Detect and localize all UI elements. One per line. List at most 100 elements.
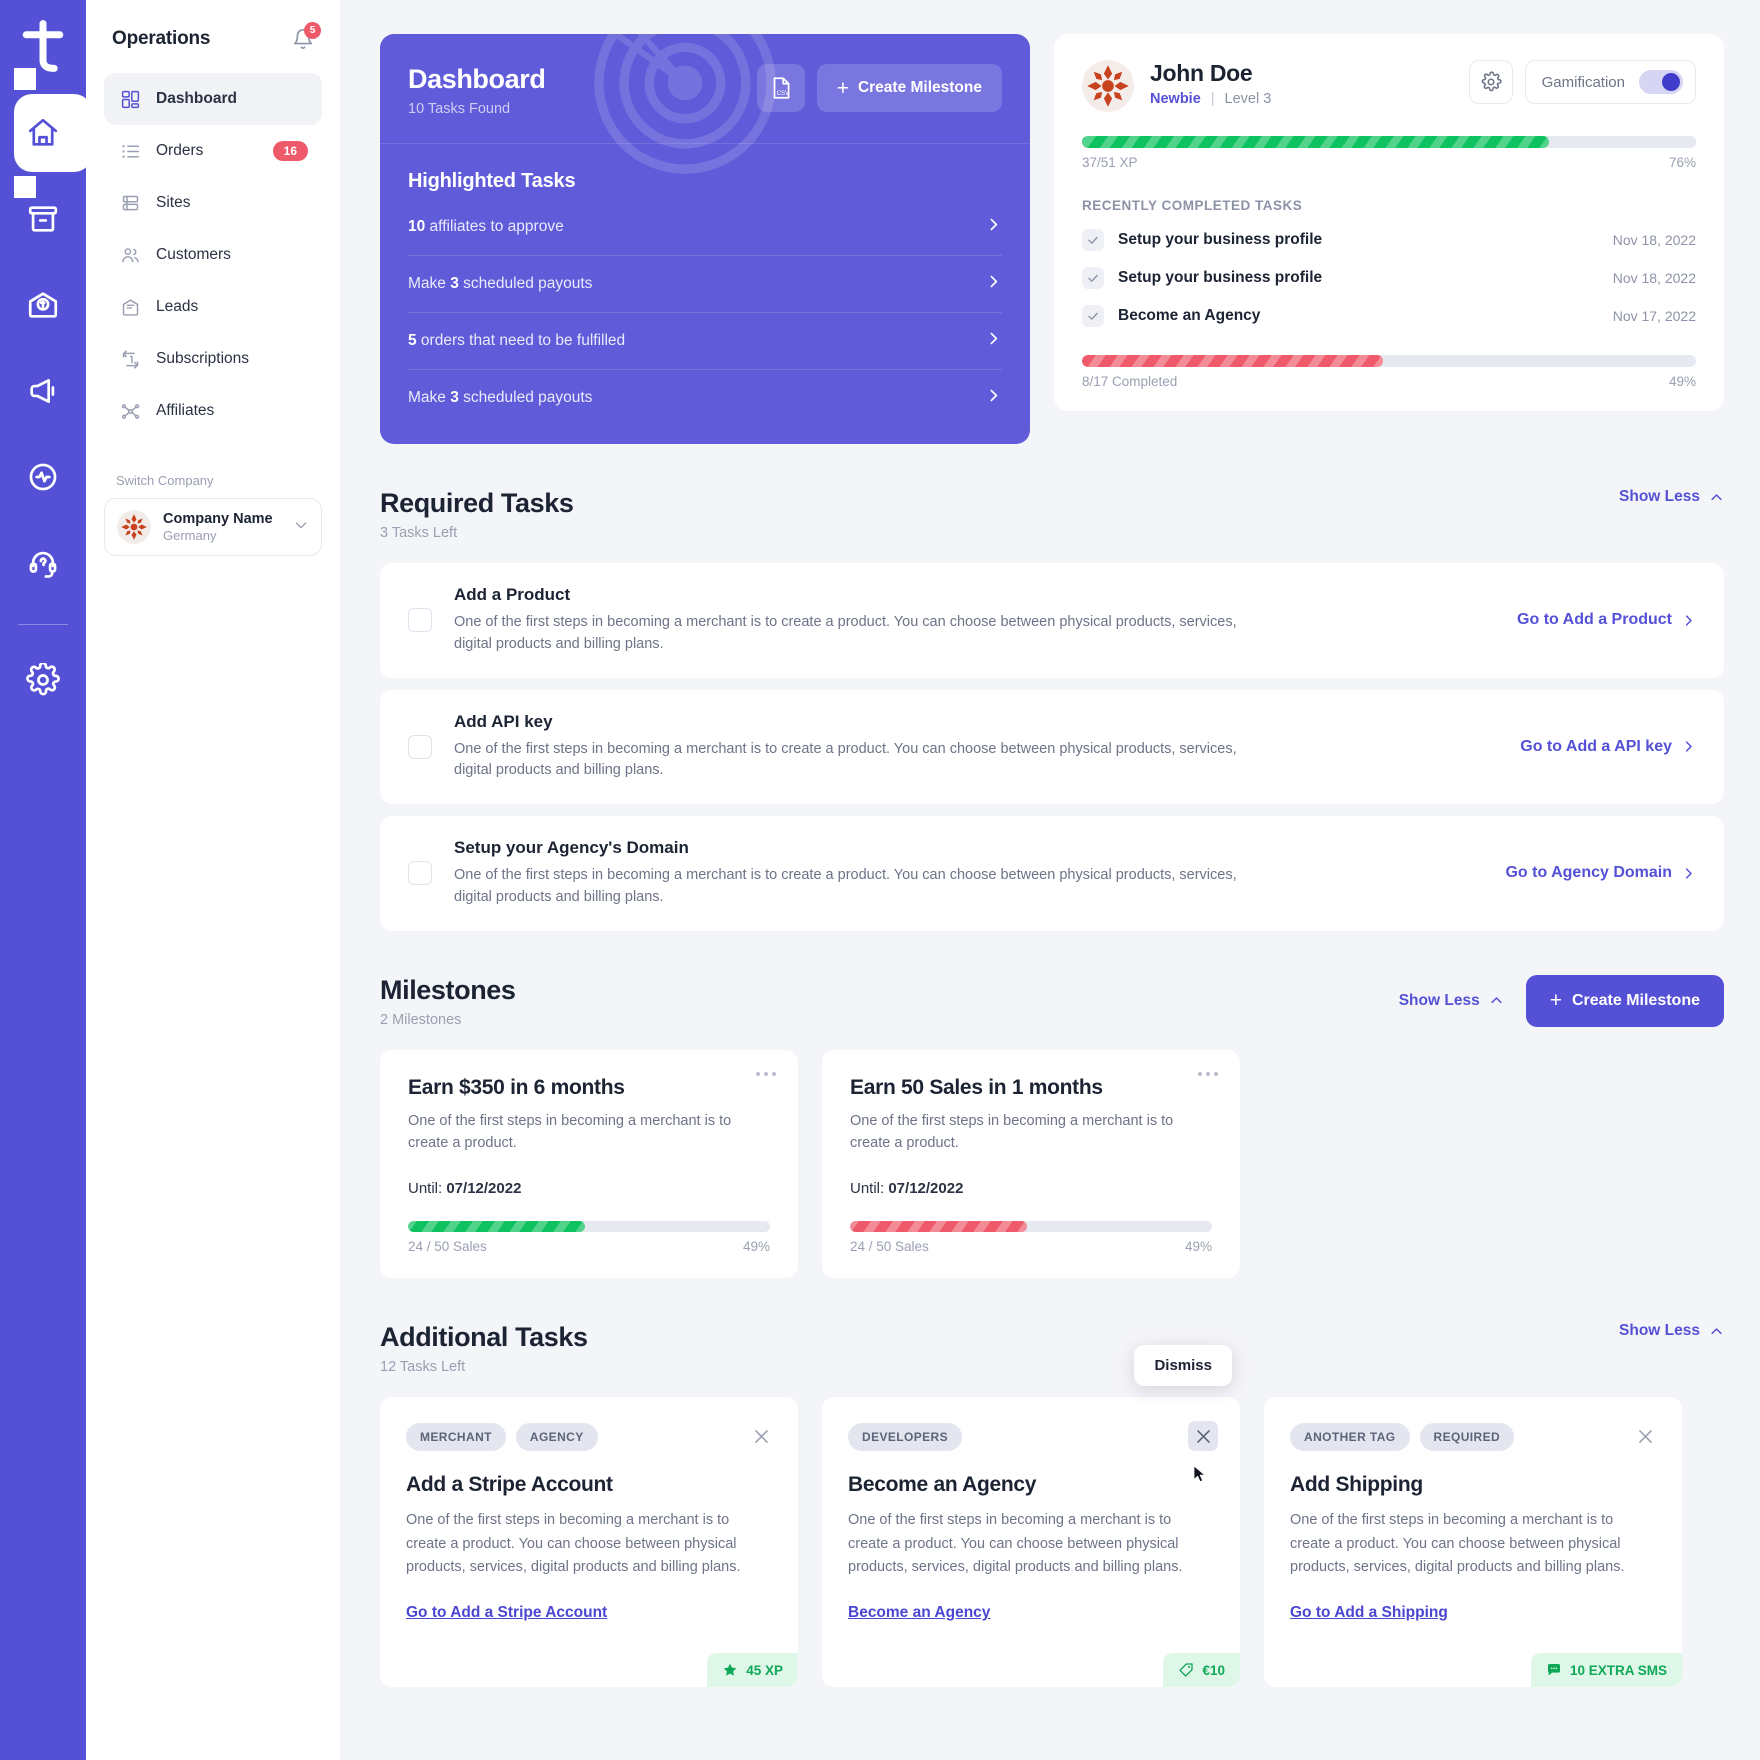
- tag: ANOTHER TAG: [1290, 1423, 1410, 1452]
- rail-item-support[interactable]: [0, 520, 86, 606]
- show-less-milestones[interactable]: Show Less: [1399, 992, 1504, 1010]
- rail-item-archive[interactable]: [0, 176, 86, 262]
- sidebar-item-affiliates[interactable]: Affiliates: [104, 385, 322, 437]
- megaphone-icon: [30, 379, 55, 403]
- headset-help-icon: [29, 551, 57, 578]
- profile-settings-button[interactable]: [1468, 60, 1513, 104]
- user-name: John Doe: [1150, 60, 1253, 86]
- section-title: Milestones: [380, 974, 516, 1005]
- create-milestone-button[interactable]: + Create Milestone: [1525, 974, 1724, 1027]
- task-action-link[interactable]: Go to Agency Domain: [1505, 864, 1696, 882]
- highlighted-task-row[interactable]: Make 3 scheduled payouts: [408, 256, 1002, 313]
- gamification-label: Gamification: [1541, 73, 1625, 91]
- rail-item-campaigns[interactable]: [0, 348, 86, 434]
- profile-meta: John Doe Newbie | Level 3: [1150, 60, 1271, 107]
- required-task-row: Add a Product One of the first steps in …: [380, 563, 1724, 678]
- dismiss-button[interactable]: [1630, 1421, 1660, 1451]
- section-subtitle: 2 Milestones: [380, 1011, 462, 1028]
- create-milestone-button-header[interactable]: + Create Milestone: [816, 64, 1002, 112]
- pulse-activity-icon: [29, 463, 57, 491]
- sites-icon: [118, 191, 142, 215]
- milestone-menu-button[interactable]: [1197, 1071, 1218, 1076]
- milestones-header: Milestones 2 Milestones Show Less + Crea…: [380, 974, 1724, 1028]
- toggle-knob: [1662, 73, 1680, 91]
- reward-label: 45 XP: [746, 1662, 783, 1678]
- company-switcher[interactable]: Company Name Germany: [104, 498, 322, 557]
- show-less-label: Show Less: [1619, 488, 1700, 505]
- dismiss-button[interactable]: [746, 1421, 776, 1451]
- sidebar-item-label: Orders: [156, 142, 204, 159]
- highlight-count: 3: [450, 389, 459, 406]
- sms-icon: [1547, 1664, 1560, 1677]
- milestone-menu-button[interactable]: [755, 1071, 776, 1076]
- users-icon: [118, 243, 142, 267]
- show-less-required-tasks[interactable]: Show Less: [1619, 488, 1724, 506]
- dashboard-card: Dashboard 10 Tasks Found CSV + Create Mi…: [380, 34, 1030, 444]
- chevron-up-icon: [1711, 1328, 1722, 1335]
- tasks-found-count: 10 Tasks Found: [408, 101, 511, 117]
- chevron-down-icon: [293, 517, 309, 538]
- reward-label: €10: [1202, 1662, 1225, 1678]
- milestone-progress-text: 24 / 50 Sales: [408, 1239, 487, 1255]
- profile-header: John Doe Newbie | Level 3 Gamification: [1082, 60, 1696, 112]
- milestone-progress: 24 / 50 Sales 49%: [408, 1221, 770, 1254]
- chevron-right-icon: [985, 273, 1002, 295]
- sidebar-item-orders[interactable]: Orders 16: [104, 125, 322, 177]
- sidebar-item-subscriptions[interactable]: Subscriptions: [104, 333, 322, 385]
- highlighted-task-row[interactable]: 5 orders that need to be fulfilled: [408, 313, 1002, 370]
- task-title: Become an Agency: [848, 1473, 1037, 1497]
- sidebar-item-customers[interactable]: Customers: [104, 229, 322, 281]
- sidebar-item-leads[interactable]: Leads: [104, 281, 322, 333]
- task-checkbox[interactable]: [408, 734, 432, 759]
- rail-item-activity[interactable]: [0, 434, 86, 520]
- dismiss-button[interactable]: [1188, 1421, 1218, 1483]
- task-checkbox[interactable]: [408, 608, 432, 633]
- xp-text: 37/51 XP: [1082, 155, 1138, 170]
- task-checkbox[interactable]: [408, 861, 432, 886]
- toggle-switch[interactable]: [1639, 70, 1683, 94]
- tag-list: DEVELOPERS: [848, 1423, 1214, 1452]
- milestone-card: Earn 50 Sales in 1 months One of the fir…: [822, 1049, 1240, 1279]
- export-csv-button[interactable]: CSV: [756, 64, 805, 112]
- company-country: Germany: [163, 528, 217, 544]
- sidebar-item-sites[interactable]: Sites: [104, 177, 322, 229]
- tag-list: MERCHANT AGENCY: [406, 1423, 772, 1452]
- section-subtitle: 3 Tasks Left: [380, 525, 458, 541]
- chevron-up-icon: [1711, 493, 1722, 500]
- required-task-row: Setup your Agency's Domain One of the fi…: [380, 816, 1724, 931]
- rail-item-home[interactable]: [0, 68, 92, 198]
- section-actions: Show Less: [1619, 1322, 1724, 1340]
- xp-percent: 76%: [1668, 155, 1696, 170]
- sidebar-item-dashboard[interactable]: Dashboard: [104, 73, 322, 125]
- task-description: One of the first steps in becoming a mer…: [1290, 1512, 1625, 1576]
- notification-count-badge: 5: [304, 22, 321, 39]
- task-action-label: Go to Add a API key: [1520, 737, 1672, 755]
- page-title: Dashboard: [408, 64, 546, 94]
- task-action-link[interactable]: Go to Add a Shipping: [1290, 1604, 1656, 1622]
- completed-percent: 49%: [1668, 374, 1696, 389]
- task-action-link[interactable]: Go to Add a Stripe Account: [406, 1604, 772, 1622]
- user-rank: Newbie: [1150, 91, 1201, 107]
- task-title: Add a Stripe Account: [406, 1473, 613, 1497]
- rail-item-payouts[interactable]: [0, 262, 86, 348]
- task-action-link[interactable]: Go to Add a API key: [1520, 738, 1696, 756]
- highlight-count: 10: [408, 218, 426, 235]
- milestone-progress-text: 24 / 50 Sales: [850, 1239, 929, 1255]
- show-less-additional-tasks[interactable]: Show Less: [1619, 1322, 1724, 1340]
- task-action-link[interactable]: Become an Agency: [848, 1604, 1214, 1622]
- milestone-progress-bar: [408, 1221, 770, 1233]
- task-action-label: Go to Add a Product: [1517, 611, 1672, 629]
- highlight-count: 3: [450, 275, 459, 292]
- profile-subtitle: Newbie | Level 3: [1150, 91, 1271, 107]
- rail-item-settings[interactable]: [0, 637, 86, 723]
- required-tasks-list: Add a Product One of the first steps in …: [380, 563, 1724, 931]
- grid-dashboard-icon: [118, 87, 142, 111]
- milestone-progress-meta: 24 / 50 Sales 49%: [408, 1239, 770, 1254]
- notifications-button[interactable]: 5: [292, 22, 321, 55]
- close-icon: [1196, 1430, 1210, 1443]
- additional-tasks-header: Additional Tasks 12 Tasks Left Show Less: [380, 1322, 1724, 1375]
- gamification-toggle[interactable]: Gamification: [1524, 60, 1696, 104]
- task-action-link[interactable]: Go to Add a Product: [1517, 611, 1696, 629]
- highlighted-task-row[interactable]: Make 3 scheduled payouts: [408, 370, 1002, 426]
- highlighted-task-row[interactable]: 10 affiliates to approve: [408, 199, 1002, 256]
